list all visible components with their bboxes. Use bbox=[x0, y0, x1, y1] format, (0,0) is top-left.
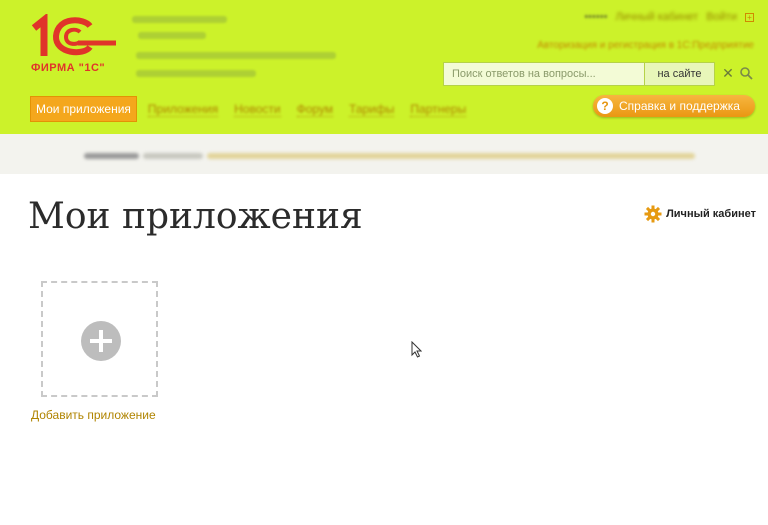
top-cabinet-link[interactable]: Личный кабинет bbox=[615, 11, 698, 23]
user-name: •••••• bbox=[584, 11, 608, 23]
blurred-announcement bbox=[84, 153, 139, 159]
mouse-cursor-icon bbox=[411, 341, 422, 358]
search-input[interactable] bbox=[443, 62, 645, 86]
gear-icon bbox=[644, 205, 662, 223]
plus-icon bbox=[81, 321, 121, 361]
logo-1c-icon bbox=[31, 14, 116, 56]
blurred-announcement bbox=[143, 153, 203, 159]
search-bar: на сайте ✕ bbox=[443, 62, 756, 86]
announcement-band bbox=[0, 134, 768, 174]
blurred-contact-line bbox=[138, 32, 206, 39]
search-scope-select[interactable]: на сайте bbox=[645, 62, 715, 86]
help-button-label: Справка и поддержка bbox=[619, 99, 740, 113]
top-links: •••••• Личный кабинет Войти + bbox=[584, 11, 754, 23]
help-support-button[interactable]: ? Справка и поддержка bbox=[593, 95, 755, 117]
logo-subtitle: ФИРМА "1С" bbox=[31, 62, 106, 74]
blurred-contact-line bbox=[132, 16, 227, 23]
blurred-contact-line bbox=[136, 52, 336, 59]
top-sub-link[interactable]: Авторизация и регистрация в 1С:Предприят… bbox=[537, 40, 754, 51]
clear-icon[interactable]: ✕ bbox=[720, 65, 736, 81]
page-title: Мои приложения bbox=[28, 196, 363, 237]
help-icon: ? bbox=[597, 98, 613, 114]
add-app-label[interactable]: Добавить приложение bbox=[31, 408, 156, 422]
nav-item-forum[interactable]: Форум bbox=[296, 102, 334, 117]
login-icon[interactable]: + bbox=[745, 12, 754, 22]
nav-item-tariffs[interactable]: Тарифы bbox=[349, 102, 395, 117]
nav-item-partners[interactable]: Партнеры bbox=[410, 102, 467, 117]
main-nav: Мои приложения Приложения Новости Форум … bbox=[30, 96, 482, 122]
blurred-contact-line bbox=[136, 70, 256, 77]
nav-item-news[interactable]: Новости bbox=[234, 102, 281, 117]
cabinet-link-label: Личный кабинет bbox=[666, 208, 756, 220]
nav-item-apps[interactable]: Приложения bbox=[147, 102, 219, 117]
login-link[interactable]: Войти bbox=[706, 11, 737, 23]
add-app-tile[interactable] bbox=[41, 281, 158, 397]
nav-item-my-apps[interactable]: Мои приложения bbox=[30, 96, 137, 122]
logo[interactable]: ФИРМА "1С" bbox=[28, 14, 118, 76]
blurred-announcement-link[interactable] bbox=[207, 153, 695, 159]
search-icon[interactable] bbox=[738, 65, 754, 81]
site-header: ФИРМА "1С" •••••• Личный кабинет Войти +… bbox=[0, 0, 768, 134]
personal-cabinet-link[interactable]: Личный кабинет bbox=[644, 205, 756, 223]
